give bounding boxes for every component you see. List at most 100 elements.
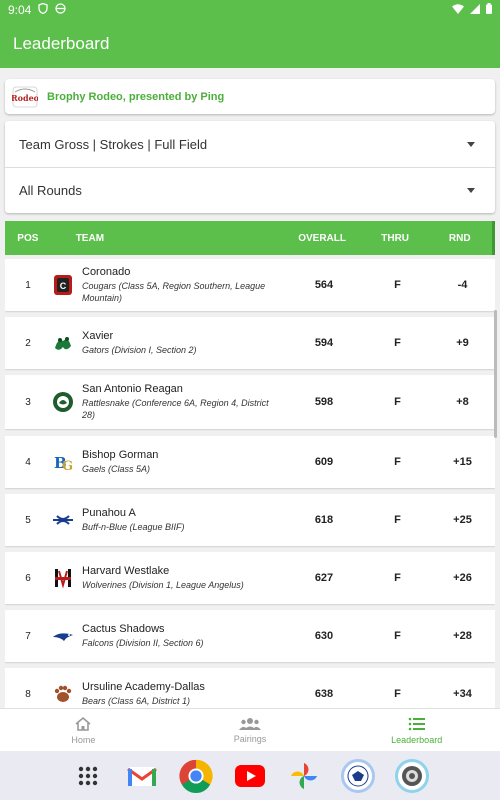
gmail-icon[interactable] [125,759,159,793]
header-rnd[interactable]: RND [427,233,492,244]
cactus-shadows-logo-icon [51,624,75,648]
table-row[interactable]: 4 BG Bishop Gorman Gaels (Class 5A) 609 … [5,436,495,488]
table-row[interactable]: 2 Xavier Gators (Division I, Section 2) … [5,317,495,369]
reagan-logo-icon [51,390,75,414]
bishop-gorman-logo-icon: BG [51,450,75,474]
leaderboard-table[interactable]: POS TEAM OVERALL THRU RND 1 C Coronado C… [5,221,495,708]
row-pos: 5 [25,514,31,526]
header-overall[interactable]: OVERALL [281,233,362,244]
team-name: Punahou A [82,507,136,519]
row-thru: F [394,456,401,468]
row-overall: 630 [314,630,334,642]
nav-home[interactable]: Home [0,709,167,751]
row-thru: F [394,630,401,642]
scrollbar[interactable] [494,310,497,438]
round-dropdown[interactable]: All Rounds [5,167,495,213]
home-icon [75,716,91,731]
header-thru[interactable]: THRU [363,233,428,244]
svg-text:C: C [60,281,67,291]
status-bar: 9:04 [0,0,500,20]
row-thru: F [394,688,401,700]
row-rnd: +8 [456,396,469,408]
table-row[interactable]: 1 C Coronado Cougars (Class 5A, Region S… [5,259,495,311]
app-drawer-icon[interactable] [71,759,105,793]
team-subtitle: Rattlesnake (Conference 6A, Region 4, Di… [82,398,269,420]
row-rnd: +26 [453,572,472,584]
nav-leaderboard[interactable]: Leaderboard [333,709,500,751]
app-badge-icon[interactable] [341,758,375,793]
bear-paw-logo-icon [51,682,75,706]
bottom-nav: Home Pairings Leaderboard [0,708,500,751]
people-icon [239,717,261,730]
row-rnd: +15 [453,456,472,468]
row-pos: 4 [25,456,31,468]
filters-panel: Team Gross | Strokes | Full Field All Ro… [5,121,495,213]
page-title: Leaderboard [13,34,110,53]
row-overall: 594 [314,337,334,349]
app-seal-icon[interactable] [395,758,429,793]
battery-icon [486,3,492,17]
row-overall: 618 [314,514,334,526]
row-pos: 3 [25,396,31,408]
chevron-down-icon [467,188,475,193]
harvard-westlake-logo-icon [51,566,75,590]
scoring-dropdown[interactable]: Team Gross | Strokes | Full Field [5,121,495,167]
table-row[interactable]: 7 Cactus Shadows Falcons (Division II, S… [5,610,495,662]
header-pos[interactable]: POS [5,233,51,244]
team-name: Coronado [82,266,131,278]
sync-status-icon [55,3,67,17]
row-rnd: +9 [456,337,469,349]
youtube-icon[interactable] [233,759,267,793]
table-row[interactable]: 5 Punahou A Buff-n-Blue (League BIIF) 61… [5,494,495,546]
row-thru: F [394,514,401,526]
team-name: Xavier [82,330,114,342]
team-name: San Antonio Reagan [82,383,183,395]
row-overall: 609 [314,456,334,468]
row-pos: 7 [25,630,31,642]
team-subtitle: Gaels (Class 5A) [82,464,151,474]
event-card[interactable]: Rodeo Brophy Rodeo, presented by Ping [5,79,495,114]
row-overall: 627 [314,572,334,584]
nav-pairings[interactable]: Pairings [167,709,334,751]
team-subtitle: Falcons (Division II, Section 6) [82,638,204,648]
punahou-logo-icon [51,508,75,532]
row-overall: 598 [314,396,334,408]
row-pos: 1 [25,279,31,291]
chevron-down-icon [467,141,475,147]
app-dock [0,751,500,800]
row-pos: 2 [25,337,31,349]
row-thru: F [394,396,401,408]
row-thru: F [394,337,401,349]
cell-signal-icon [470,3,480,17]
team-subtitle: Wolverines (Division 1, League Angelus) [82,580,244,590]
nav-leaderboard-label: Leaderboard [391,734,443,745]
team-subtitle: Buff-n-Blue (League BIIF) [82,522,185,532]
nav-pairings-label: Pairings [233,733,267,744]
round-dropdown-value: All Rounds [19,183,82,198]
photos-icon[interactable] [287,759,321,793]
team-name: Harvard Westlake [82,565,170,577]
team-name: Bishop Gorman [82,449,159,461]
list-icon [408,717,425,730]
scoring-dropdown-value: Team Gross | Strokes | Full Field [19,136,208,152]
team-name: Cactus Shadows [82,623,165,635]
row-overall: 638 [314,688,334,700]
xavier-gator-logo-icon [51,331,75,355]
row-rnd: -4 [457,279,468,291]
row-thru: F [394,572,401,584]
shield-status-icon [38,2,49,17]
nav-home-label: Home [71,734,96,745]
table-row[interactable]: 3 San Antonio Reagan Rattlesnake (Confer… [5,375,495,429]
table-header: POS TEAM OVERALL THRU RND [5,221,495,255]
table-row[interactable]: 8 Ursuline Academy-Dallas Bears (Class 6… [5,668,495,708]
row-thru: F [394,279,401,291]
row-rnd: +25 [453,514,472,526]
app-bar: Leaderboard [0,20,500,68]
header-team[interactable]: TEAM [51,233,282,244]
chrome-icon[interactable] [179,759,213,793]
team-subtitle: Gators (Division I, Section 2) [82,345,197,355]
table-row[interactable]: 6 Harvard Westlake Wolverines (Division … [5,552,495,604]
team-subtitle: Bears (Class 6A, District 1) [82,696,191,706]
svg-text:G: G [62,459,73,473]
row-pos: 6 [25,572,31,584]
